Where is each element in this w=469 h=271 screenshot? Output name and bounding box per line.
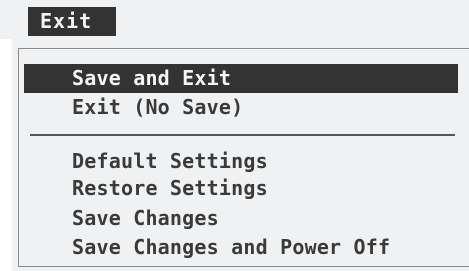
- menu-separator: [30, 134, 455, 136]
- menu-item-save-changes[interactable]: Save Changes: [72, 204, 219, 232]
- panel-border-top: [18, 48, 469, 49]
- menu-item-save-changes-and-power-off[interactable]: Save Changes and Power Off: [72, 233, 390, 261]
- menu-item-exit-no-save[interactable]: Exit (No Save): [72, 93, 243, 121]
- menu-item-save-and-exit[interactable]: Save and Exit: [72, 64, 231, 92]
- menu-item-restore-settings[interactable]: Restore Settings: [72, 174, 268, 202]
- panel-border-bottom: [18, 266, 469, 267]
- panel-border-left: [18, 48, 19, 267]
- menu-item-default-settings[interactable]: Default Settings: [72, 147, 268, 175]
- menu-tab-exit[interactable]: Exit: [28, 7, 116, 36]
